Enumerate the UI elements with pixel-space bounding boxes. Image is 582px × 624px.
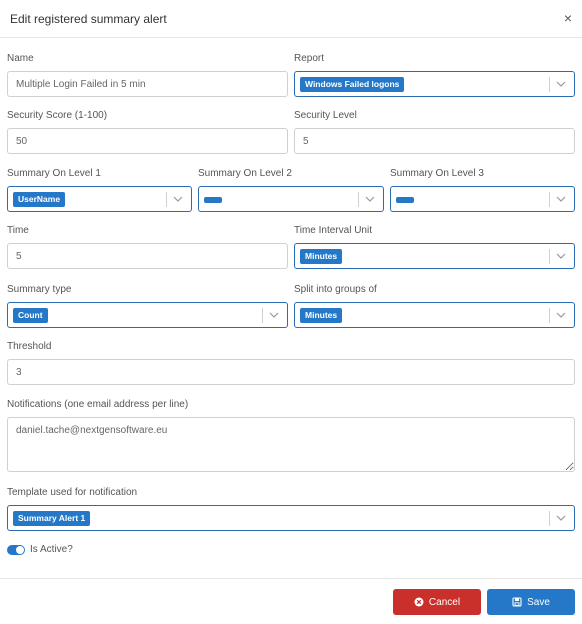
security-level-field[interactable]: 5 (294, 128, 575, 154)
time-field[interactable]: 5 (7, 243, 288, 269)
split-groups-label: Split into groups of (294, 284, 377, 295)
summary-level-3-select[interactable] (390, 186, 575, 212)
name-field[interactable]: Multiple Login Failed in 5 min (7, 71, 288, 97)
modal-title: Edit registered summary alert (10, 12, 167, 26)
name-value: Multiple Login Failed in 5 min (16, 79, 146, 90)
summary-level-2-label: Summary On Level 2 (198, 168, 292, 179)
notifications-textarea[interactable]: daniel.tache@nextgensoftware.eu (7, 417, 575, 472)
report-label: Report (294, 53, 325, 64)
select-separator (549, 192, 550, 207)
chevron-down-icon[interactable] (556, 308, 566, 322)
split-groups-select[interactable]: Minutes (294, 302, 575, 328)
summary-type-label: Summary type (7, 284, 72, 295)
threshold-value: 3 (16, 367, 22, 378)
report-select[interactable]: Windows Failed logons (294, 71, 575, 97)
security-level-label: Security Level (294, 110, 357, 121)
select-separator (549, 308, 550, 323)
modal-header: Edit registered summary alert × (0, 0, 582, 38)
summary-level-1-tag: UserName (13, 192, 66, 207)
template-select[interactable]: Summary Alert 1 (7, 505, 575, 531)
cancel-button[interactable]: Cancel (393, 589, 481, 615)
summary-level-1-label: Summary On Level 1 (7, 168, 101, 179)
select-separator (549, 77, 550, 92)
time-interval-unit-label: Time Interval Unit (294, 225, 372, 236)
save-floppy-icon (512, 597, 522, 607)
footer-divider (0, 578, 582, 579)
threshold-field[interactable]: 3 (7, 359, 575, 385)
chevron-down-icon[interactable] (365, 192, 375, 206)
summary-level-3-tag (396, 197, 414, 203)
summary-level-3-label: Summary On Level 3 (390, 168, 484, 179)
select-separator (549, 511, 550, 526)
time-interval-unit-select[interactable]: Minutes (294, 243, 575, 269)
chevron-down-icon[interactable] (556, 511, 566, 525)
summary-level-2-select[interactable] (198, 186, 384, 212)
security-score-label: Security Score (1-100) (7, 110, 108, 121)
summary-level-1-select[interactable]: UserName (7, 186, 192, 212)
chevron-down-icon[interactable] (556, 77, 566, 91)
select-separator (358, 192, 359, 207)
chevron-down-icon[interactable] (556, 249, 566, 263)
time-interval-unit-tag: Minutes (300, 249, 343, 264)
threshold-label: Threshold (7, 341, 52, 352)
name-label: Name (7, 53, 34, 64)
chevron-down-icon[interactable] (556, 192, 566, 206)
summary-level-2-tag (204, 197, 222, 203)
template-label: Template used for notification (7, 487, 138, 498)
time-value: 5 (16, 251, 22, 262)
template-tag: Summary Alert 1 (13, 511, 91, 526)
close-icon[interactable]: × (564, 11, 572, 25)
summary-type-tag: Count (13, 308, 48, 323)
security-score-field[interactable]: 50 (7, 128, 288, 154)
report-selected-tag: Windows Failed logons (300, 77, 405, 92)
split-groups-tag: Minutes (300, 308, 343, 323)
save-button-label: Save (527, 596, 550, 608)
chevron-down-icon[interactable] (173, 192, 183, 206)
chevron-down-icon[interactable] (269, 308, 279, 322)
time-label: Time (7, 225, 29, 236)
security-level-value: 5 (303, 136, 309, 147)
is-active-label: Is Active? (30, 544, 73, 555)
cancel-circle-icon (414, 597, 424, 607)
summary-type-select[interactable]: Count (7, 302, 288, 328)
save-button[interactable]: Save (487, 589, 575, 615)
is-active-toggle[interactable] (7, 545, 25, 555)
select-separator (549, 249, 550, 264)
select-separator (262, 308, 263, 323)
select-separator (166, 192, 167, 207)
toggle-knob (16, 546, 24, 554)
security-score-value: 50 (16, 136, 28, 147)
cancel-button-label: Cancel (428, 596, 461, 608)
notifications-label: Notifications (one email address per lin… (7, 399, 189, 410)
